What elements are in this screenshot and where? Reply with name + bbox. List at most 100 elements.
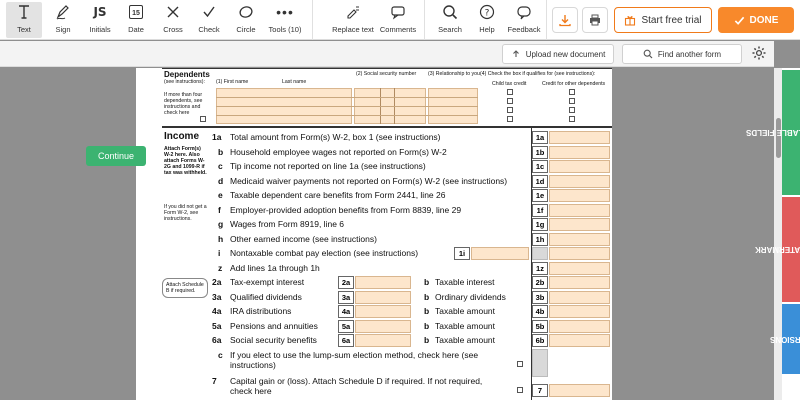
child-tax-credit-checkbox[interactable] <box>507 107 513 113</box>
dependents-col1b: Last name <box>282 79 307 85</box>
amount-field[interactable] <box>355 334 411 347</box>
other-dependents-checkbox[interactable] <box>569 116 575 122</box>
amount-field[interactable] <box>355 290 411 304</box>
line-number: e <box>218 190 223 200</box>
amount-field[interactable] <box>549 131 610 144</box>
initials-tool-button[interactable]: JS Initials <box>82 2 118 38</box>
line-text: Taxable amount <box>435 306 496 316</box>
help-button[interactable]: ? Help <box>472 2 502 38</box>
tool-label: Replace text <box>332 25 374 34</box>
line-box-label: 4a <box>338 305 354 318</box>
amount-field[interactable] <box>549 383 610 397</box>
line-box-label: 7 <box>532 383 548 397</box>
gear-icon[interactable] <box>751 45 767 61</box>
replace-text-button[interactable]: Replace text <box>330 2 376 38</box>
line-box-label: 1c <box>532 160 548 173</box>
tool-label: Comments <box>379 25 417 34</box>
upload-document-button[interactable]: Upload new document <box>502 44 614 64</box>
line-number: b <box>424 320 430 331</box>
cross-tool-button[interactable]: Cross <box>156 2 190 38</box>
amount-field[interactable] <box>355 276 411 289</box>
amount-field[interactable] <box>549 290 610 304</box>
tool-label: Initials <box>89 25 111 34</box>
amount-field[interactable] <box>549 189 610 202</box>
tool-label: Cross <box>163 25 183 34</box>
other-dependents-checkbox[interactable] <box>569 98 575 104</box>
download-button[interactable] <box>552 7 578 33</box>
child-tax-credit-checkbox[interactable] <box>507 89 513 95</box>
initials-icon: JS <box>93 5 107 19</box>
line-1i-field[interactable] <box>471 247 529 260</box>
other-dependents-checkbox[interactable] <box>569 89 575 95</box>
scrollbar-thumb[interactable] <box>776 118 781 158</box>
feedback-button[interactable]: Feedback <box>506 2 542 38</box>
line-text: Social security benefits <box>230 335 317 345</box>
line-number: 2a <box>212 277 222 287</box>
tool-label: Circle <box>236 25 256 34</box>
capital-gain-checkbox[interactable] <box>517 386 523 393</box>
sign-tool-button[interactable]: Sign <box>46 2 80 38</box>
secondary-toolbar: Upload new document Find another form <box>0 41 774 67</box>
tool-label: Help <box>479 25 495 34</box>
amount-field[interactable] <box>549 319 610 333</box>
line-text: Household employee wages not reported on… <box>230 146 447 157</box>
date-tool-button[interactable]: 15 Date <box>120 2 152 38</box>
tool-label: Tools (10) <box>268 25 302 34</box>
pen-sign-icon <box>55 2 71 22</box>
amount-field[interactable] <box>549 160 610 173</box>
amount-field[interactable] <box>549 334 610 347</box>
find-form-button[interactable]: Find another form <box>622 44 742 64</box>
amount-field[interactable] <box>549 232 610 246</box>
line-box-label: 1b <box>532 145 548 159</box>
amount-field[interactable] <box>549 218 610 231</box>
line-box-label: 1g <box>532 218 548 231</box>
check-tool-button[interactable]: Check <box>192 2 226 38</box>
text-tool-button[interactable]: Text <box>6 2 42 38</box>
line-text: If you elect to use the lump-sum electio… <box>230 349 479 360</box>
line-number: 1a <box>212 132 222 142</box>
add-watermark-tab[interactable]: ADD WATERMARK <box>755 197 800 302</box>
column-rule <box>531 127 532 400</box>
amount-field[interactable] <box>549 305 610 318</box>
more-tools-button[interactable]: ••• Tools (10) <box>266 2 304 38</box>
start-trial-button[interactable]: Start free trial <box>614 7 712 33</box>
line-text: Capital gain or (loss). Attach Schedule … <box>230 375 483 386</box>
amount-field[interactable] <box>355 319 411 333</box>
line-box-label: 2b <box>532 276 548 289</box>
versions-tab[interactable]: VERSIONS <box>770 304 800 374</box>
section-rule <box>162 126 612 128</box>
amount-field[interactable] <box>549 145 610 159</box>
amount-field[interactable] <box>549 247 610 260</box>
print-button[interactable] <box>582 7 608 33</box>
done-button[interactable]: DONE <box>718 7 794 33</box>
amount-field[interactable] <box>549 276 610 289</box>
svg-text:?: ? <box>485 9 490 19</box>
tool-label: Feedback <box>507 25 541 34</box>
amount-field[interactable] <box>549 174 610 188</box>
child-tax-credit-checkbox[interactable] <box>507 98 513 104</box>
upload-document-label: Upload new document <box>525 49 606 59</box>
amount-field[interactable] <box>549 203 610 217</box>
dependents-title: Dependents <box>164 70 210 79</box>
edit-fillable-fields-tab[interactable]: EDIT FILLABLE FIELDS <box>746 70 800 195</box>
line-number: 4a <box>212 306 222 316</box>
comments-button[interactable]: Comments <box>378 2 418 38</box>
income-title: Income <box>164 131 200 142</box>
lump-sum-checkbox[interactable] <box>517 360 523 367</box>
amount-field[interactable] <box>549 261 610 275</box>
search-button[interactable]: Search <box>434 2 466 38</box>
dependents-more-checkbox[interactable] <box>200 116 206 122</box>
amount-field[interactable] <box>355 305 411 318</box>
line-text: Taxable interest <box>435 277 495 287</box>
child-tax-credit-checkbox[interactable] <box>507 116 513 122</box>
upload-icon <box>512 50 519 57</box>
attach-schedule-b-note: Attach Schedule B if required. <box>162 278 208 298</box>
start-trial-label: Start free trial <box>641 14 702 26</box>
continue-button[interactable]: Continue <box>86 146 146 166</box>
line-number: b <box>424 291 430 302</box>
line-number: c <box>218 161 223 171</box>
circle-tool-button[interactable]: Circle <box>228 2 264 38</box>
other-dependents-checkbox[interactable] <box>569 107 575 113</box>
no-w2-note: If you did not get a Form W-2, see instr… <box>164 204 207 222</box>
dependents-col4b: Credit for other dependents <box>542 81 606 87</box>
